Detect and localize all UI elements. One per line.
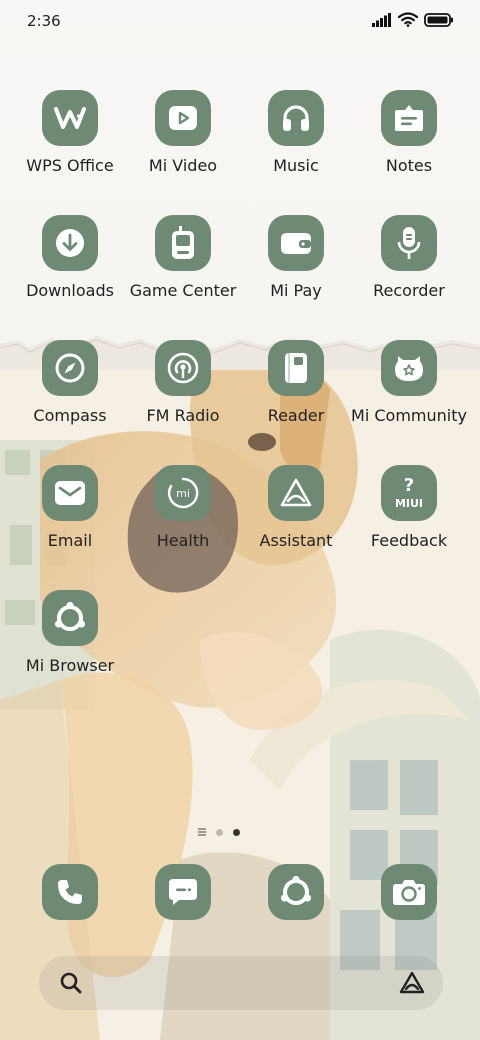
- app-label: FM Radio: [146, 406, 220, 425]
- play-icon: [169, 106, 197, 130]
- app-label: Mi Community: [351, 406, 467, 425]
- wallet-icon: [281, 233, 311, 254]
- app-label: Recorder: [373, 281, 445, 300]
- app-label: Notes: [385, 156, 433, 175]
- app-label: Feedback: [370, 531, 448, 550]
- app-tile[interactable]: [42, 465, 98, 521]
- app-tile[interactable]: [268, 215, 324, 271]
- game-center-icon: [172, 226, 194, 259]
- svg-text:?: ?: [404, 475, 414, 496]
- app-notes[interactable]: Notes: [353, 90, 465, 210]
- app-mi-browser[interactable]: Mi Browser: [14, 590, 126, 710]
- search-bar[interactable]: [39, 956, 443, 1010]
- app-tile[interactable]: [381, 215, 437, 271]
- dock-phone[interactable]: [42, 864, 98, 920]
- messages-icon: [169, 879, 197, 905]
- envelope-icon: [55, 481, 85, 505]
- health-icon: mi: [167, 477, 199, 509]
- dock: [0, 864, 480, 924]
- status-bar: 2:36: [0, 0, 480, 44]
- assistant-icon: [280, 478, 312, 507]
- app-game-center[interactable]: Game Center: [127, 215, 239, 335]
- page-dot-2[interactable]: [233, 828, 240, 836]
- menu-lines-icon: [198, 828, 206, 836]
- health-badge: mi: [176, 487, 190, 500]
- app-tile[interactable]: [155, 215, 211, 271]
- app-label: Compass: [33, 406, 107, 425]
- compass-icon: [55, 353, 85, 383]
- search-icon[interactable]: [59, 971, 83, 995]
- app-mi-pay[interactable]: Mi Pay: [240, 215, 352, 335]
- camera-icon: [393, 880, 425, 905]
- app-music[interactable]: Music: [240, 90, 352, 210]
- book-icon: [285, 353, 307, 383]
- app-label: Music: [273, 156, 319, 175]
- app-feedback[interactable]: ? MIUI Feedback: [353, 465, 465, 585]
- dock-messages[interactable]: [155, 864, 211, 920]
- app-tile[interactable]: [155, 340, 211, 396]
- app-downloads[interactable]: Downloads: [14, 215, 126, 335]
- app-assistant[interactable]: Assistant: [240, 465, 352, 585]
- app-tile[interactable]: [381, 340, 437, 396]
- app-mi-community[interactable]: Mi Community: [351, 340, 467, 460]
- dock-browser[interactable]: [268, 864, 324, 920]
- app-tile[interactable]: [155, 90, 211, 146]
- dock-camera[interactable]: [381, 864, 437, 920]
- app-tile[interactable]: [42, 90, 98, 146]
- wifi-icon: [398, 12, 418, 27]
- app-label: Game Center: [129, 281, 237, 300]
- app-label: Mi Video: [148, 156, 218, 175]
- app-label: Reader: [267, 406, 325, 425]
- app-label: Email: [47, 531, 93, 550]
- app-fm-radio[interactable]: FM Radio: [127, 340, 239, 460]
- home-screen: 2:36 WPS Office Mi Video Music Notes Dow…: [0, 0, 480, 1040]
- app-mi-video[interactable]: Mi Video: [127, 90, 239, 210]
- notes-icon: [395, 105, 423, 131]
- signal-icon: [372, 12, 391, 27]
- app-label: Downloads: [26, 281, 114, 300]
- browser-icon: [280, 875, 312, 905]
- headphones-icon: [283, 105, 309, 131]
- download-icon: [56, 229, 84, 257]
- app-label: Health: [156, 531, 210, 550]
- browser-icon: [54, 601, 86, 631]
- feedback-icon: ? MIUI: [395, 475, 423, 510]
- status-icons: [372, 12, 454, 27]
- community-icon: [395, 356, 423, 381]
- app-tile[interactable]: ? MIUI: [381, 465, 437, 521]
- app-compass[interactable]: Compass: [14, 340, 126, 460]
- microphone-icon: [397, 227, 421, 259]
- app-tile[interactable]: [381, 90, 437, 146]
- app-reader[interactable]: Reader: [240, 340, 352, 460]
- app-tile[interactable]: [268, 465, 324, 521]
- page-dot-1[interactable]: [216, 828, 223, 836]
- app-tile[interactable]: mi: [155, 465, 211, 521]
- app-tile[interactable]: [268, 340, 324, 396]
- phone-icon: [58, 880, 82, 904]
- app-health[interactable]: mi Health: [127, 465, 239, 585]
- app-tile[interactable]: [42, 340, 98, 396]
- app-tile[interactable]: [42, 590, 98, 646]
- page-indicator[interactable]: [198, 828, 240, 836]
- battery-icon: [424, 12, 453, 27]
- app-wps-office[interactable]: WPS Office: [14, 90, 126, 210]
- radio-icon: [167, 352, 199, 384]
- app-tile[interactable]: [268, 90, 324, 146]
- app-tile[interactable]: [42, 215, 98, 271]
- app-label: Assistant: [259, 531, 333, 550]
- app-label: WPS Office: [26, 156, 114, 175]
- status-time: 2:36: [27, 12, 61, 30]
- feedback-badge: MIUI: [395, 497, 423, 510]
- app-recorder[interactable]: Recorder: [353, 215, 465, 335]
- app-email[interactable]: Email: [14, 465, 126, 585]
- wps-office-icon: [54, 107, 86, 129]
- assistant-icon[interactable]: [399, 970, 425, 996]
- app-label: Mi Pay: [270, 281, 322, 300]
- app-label: Mi Browser: [25, 656, 115, 675]
